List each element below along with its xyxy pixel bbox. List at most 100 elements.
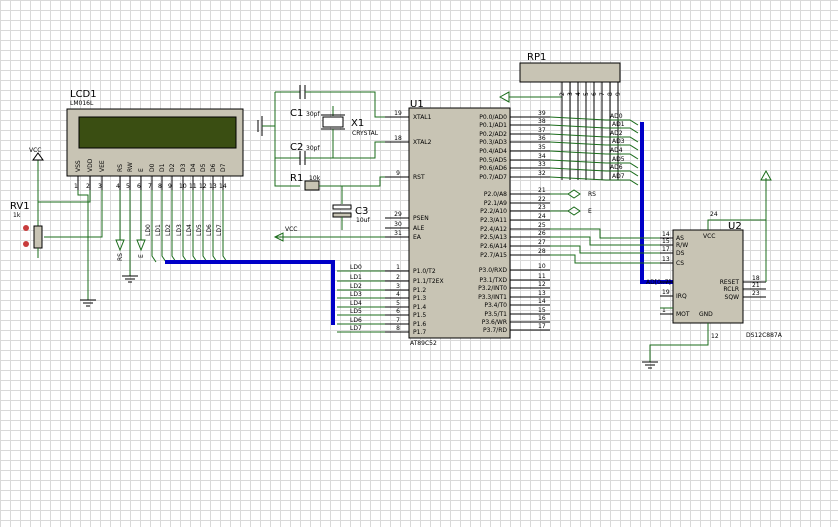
lcd-pin-number: 12 xyxy=(199,183,207,190)
lcd-pin-number: 9 xyxy=(168,183,172,190)
u1-p1-net-label: LD2 xyxy=(350,283,362,290)
u2-pin-number: 13 xyxy=(662,256,670,263)
u1-pin-number: 23 xyxy=(538,204,546,211)
u1-pin-number: 34 xyxy=(538,153,546,160)
u1-pin-name: P1.7 xyxy=(413,329,426,336)
lcd-net-label: LD7 xyxy=(216,224,223,236)
lcd-net-label: LD4 xyxy=(186,224,193,236)
u1-pin-number: 27 xyxy=(538,239,546,246)
x1-ref: X1 xyxy=(351,118,364,129)
u1-pin-number: 31 xyxy=(394,230,402,237)
lcd-net-label: LD1 xyxy=(155,224,162,236)
u1-pin-number: 37 xyxy=(538,127,546,134)
rv1-terminal-bottom xyxy=(23,241,29,247)
u2-pin-name: IRQ xyxy=(676,293,687,300)
schematic-canvas: LCD1 LM016L VSS 1 VDD 2 VEE 3 RS 4 RW 5 E 6 D0 7 D1 8 D2… xyxy=(0,0,838,527)
u2-pin-number: 19 xyxy=(662,289,670,296)
lcd-pin-number: 7 xyxy=(148,183,152,190)
u1-pin-name: P1.6 xyxy=(413,321,426,328)
u1-pin-number: 12 xyxy=(538,281,546,288)
rv1-value: 1k xyxy=(13,212,21,219)
u1-pin-number: 1 xyxy=(396,264,400,271)
u1-pin-name: P0.2/AD2 xyxy=(479,131,507,138)
u1-p1-net-label: LD5 xyxy=(350,308,362,315)
u1-pin-name: P2.5/A13 xyxy=(480,234,507,241)
u1-pin-number: 10 xyxy=(538,263,546,270)
u1-pin-number: 24 xyxy=(538,213,546,220)
lcd-pin-name: D2 xyxy=(169,163,176,172)
lcd-pin-name: D7 xyxy=(220,163,227,172)
u2-pin-name: DS xyxy=(676,250,685,257)
lcd-pin-name: D5 xyxy=(200,163,207,172)
u2-vcc-pin: 24 xyxy=(710,211,718,218)
u1-pin-number: 35 xyxy=(538,144,546,151)
lcd-pin-name: D0 xyxy=(149,163,156,172)
vcc-ea-net: VCC xyxy=(273,226,398,242)
u1-microcontroller[interactable]: U1 AT89C52 19XTAL118XTAL29RST29PSEN30ALE… xyxy=(337,99,639,347)
u1-pin-name: P2.7/A15 xyxy=(480,252,507,259)
rp1-pin-number: 2 xyxy=(559,92,566,96)
u1-pin-name: P0.6/AD6 xyxy=(479,165,507,172)
lcd-screen xyxy=(78,116,237,149)
u1-pin-number: 7 xyxy=(396,317,400,324)
c2-value: 30pf xyxy=(306,145,320,152)
rp1-pin-number: 9 xyxy=(615,92,622,96)
u1-pin-number: 5 xyxy=(396,300,400,307)
rp1-pin-number: 6 xyxy=(591,92,598,96)
u1-p1-net-label: LD4 xyxy=(350,300,362,307)
u1-net-e: E xyxy=(588,208,592,215)
u1-p1-net-label: LD6 xyxy=(350,317,362,324)
u2-pin-name: AD[0..7] xyxy=(646,279,671,286)
oscillator-circuit[interactable]: C1 30pf C2 30pf X1 CRYSTAL R1 10k C3 10u… xyxy=(257,85,398,230)
lcd-pin-name: D4 xyxy=(190,163,197,172)
u1-pin-name: XTAL1 xyxy=(413,114,432,121)
lcd-pin-number: 13 xyxy=(209,183,217,190)
u1-pin-name: P0.3/AD3 xyxy=(479,139,507,146)
u1-pin-name: P1.5 xyxy=(413,312,426,319)
u2-pin-name: SQW xyxy=(725,294,740,301)
u1-pin-number: 16 xyxy=(538,315,546,322)
lcd-net-label: LD3 xyxy=(176,224,183,236)
u1-p0-net-label: AD6 xyxy=(610,164,623,171)
u1-pin-name: P1.0/T2 xyxy=(413,268,436,275)
lcd-pin-number: 6 xyxy=(137,183,141,190)
lcd-pin-name: D3 xyxy=(180,163,187,172)
lcd-net-label: LD5 xyxy=(196,224,203,236)
lcd-part: LM016L xyxy=(70,100,94,107)
x1-type: CRYSTAL xyxy=(352,130,379,137)
u2-pin-name: RESET xyxy=(720,279,740,286)
lcd-net-label: LD2 xyxy=(165,224,172,236)
u2-pin-name: AS xyxy=(676,235,684,242)
u1-p0-net-label: AD2 xyxy=(610,130,623,137)
u1-p0-net-label: AD3 xyxy=(612,138,625,145)
r1-ref: R1 xyxy=(290,173,303,184)
u2-pin-number: 15 xyxy=(662,238,670,245)
lcd-wiring: RS E LD0 LD1 LD2 LD3 LD4 LD5 LD6 LD7 xyxy=(37,190,228,307)
lcd-pin-name: E xyxy=(138,168,145,172)
lcd-pin-name: D1 xyxy=(159,163,166,172)
lcd-pin-number: 14 xyxy=(219,183,227,190)
u1-pin-number: 33 xyxy=(538,161,546,168)
u1-p0-net-label: AD5 xyxy=(612,156,625,163)
u1-pin-number: 4 xyxy=(396,291,400,298)
u1-pin-number: 39 xyxy=(538,110,546,117)
c2-ref: C2 xyxy=(290,142,303,153)
u1-pin-number: 25 xyxy=(538,222,546,229)
u1-pin-number: 29 xyxy=(394,211,402,218)
u2-pin-number: 18 xyxy=(752,275,760,282)
u1-pin-name: P3.3/INT1 xyxy=(478,294,507,301)
u1-pin-name: P1.3 xyxy=(413,295,426,302)
u2-pin-name: RCLR xyxy=(723,286,739,293)
u1-pin-number: 3 xyxy=(396,283,400,290)
lcd-net-label: LD0 xyxy=(145,224,152,236)
u2-pin-number: 14 xyxy=(662,231,670,238)
u1-net-rs: RS xyxy=(588,191,596,198)
u2-rtc[interactable]: U2 DS12C887A 14AS15R/W17DS13CSAD[0..7]19… xyxy=(642,169,783,369)
lcd-net-label: LD6 xyxy=(206,224,213,236)
u1-pin-name: P0.1/AD1 xyxy=(479,122,507,129)
lcd-pin-number: 3 xyxy=(98,183,102,190)
u2-pin-name: MOT xyxy=(676,311,690,318)
rp1-pin-number: 4 xyxy=(575,92,582,96)
lcd-module[interactable]: LCD1 LM016L VSS 1 VDD 2 VEE 3 RS 4 RW 5 E 6 D0 7 D1 8 D2… xyxy=(66,89,244,190)
lcd-pin-number: 2 xyxy=(86,183,90,190)
